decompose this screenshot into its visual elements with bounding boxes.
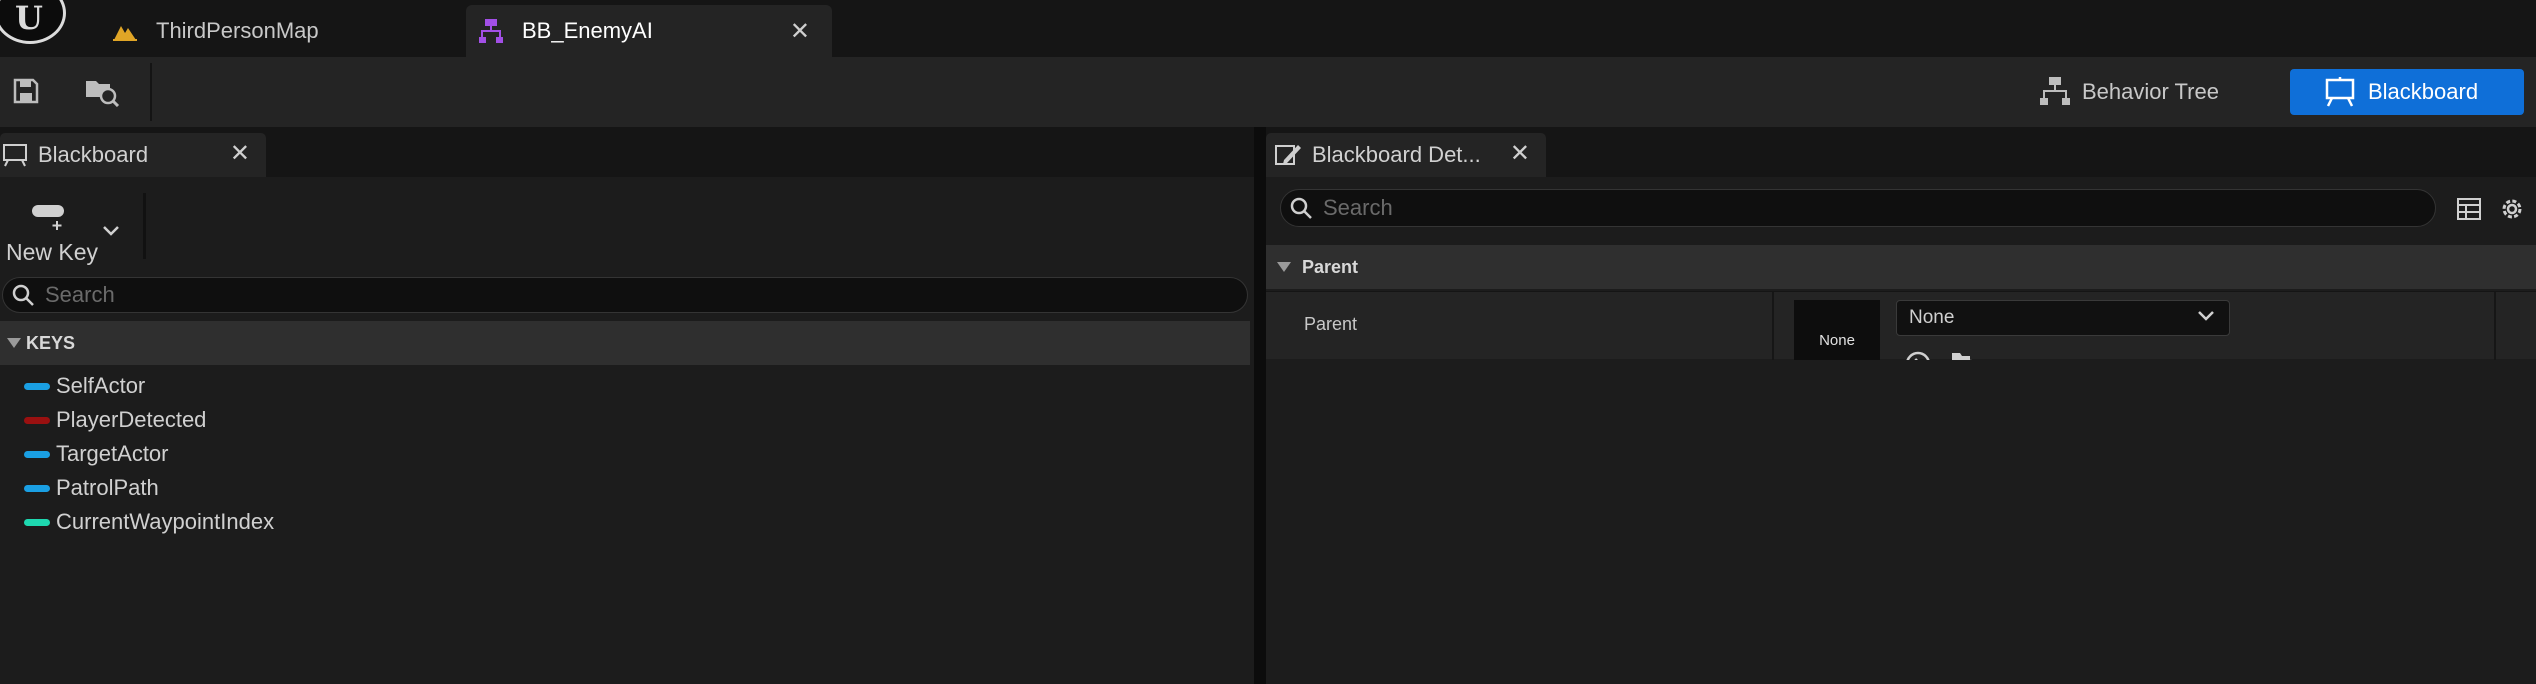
parent-property-row: Parent None None — [1266, 291, 2536, 384]
details-search-input[interactable]: Search — [1280, 189, 2436, 227]
blackboard-asset-icon — [474, 14, 508, 48]
panel-splitter[interactable] — [1254, 127, 1266, 684]
tab-third-person-map[interactable]: ThirdPersonMap — [100, 5, 460, 57]
tab-label: BB_EnemyAI — [522, 18, 653, 43]
blackboard-details-tab[interactable]: Blackboard Det... ✕ — [1266, 133, 1546, 177]
parent-section-header[interactable]: Parent — [1266, 245, 2536, 289]
toolbar-divider — [150, 63, 152, 121]
details-empty-area — [1266, 360, 2536, 684]
section-label: KEYS — [26, 332, 76, 353]
blackboard-panel-tabstrip: Blackboard ✕ — [0, 127, 1254, 177]
browse-content-button[interactable] — [80, 69, 124, 113]
key-type-swatch — [24, 450, 50, 458]
blackboard-mode-label: Blackboard — [2368, 79, 2479, 104]
key-type-swatch — [24, 484, 50, 492]
section-label: Parent — [1302, 256, 1359, 277]
close-panel-icon[interactable]: ✕ — [230, 139, 250, 168]
blackboard-mode-button[interactable]: Blackboard — [2290, 69, 2524, 115]
asset-toolbar: Behavior Tree Blackboard — [0, 57, 2536, 127]
property-name: Parent — [1304, 314, 1358, 334]
blackboard-icon — [2, 143, 28, 167]
combo-value: None — [1909, 307, 1955, 328]
list-item[interactable]: CurrentWaypointIndex — [0, 505, 1250, 539]
key-name: SelfActor — [56, 373, 146, 398]
panel-tab-label: Blackboard Det... — [1312, 142, 1481, 167]
key-name: PlayerDetected — [56, 407, 207, 432]
new-key-icon — [32, 205, 64, 230]
key-type-swatch — [24, 518, 50, 526]
blackboard-panel-tab[interactable]: Blackboard ✕ — [0, 133, 266, 177]
list-item[interactable]: PatrolPath — [0, 471, 1250, 505]
behavior-tree-label: Behavior Tree — [2082, 79, 2219, 104]
details-panel-tabstrip: Blackboard Det... ✕ — [1266, 127, 2536, 177]
chevron-down-icon — [2198, 311, 2214, 321]
search-placeholder: Search — [1323, 195, 1393, 220]
list-item[interactable]: TargetActor — [0, 437, 1250, 471]
new-key-label: New Key — [6, 239, 99, 265]
key-type-swatch — [24, 382, 50, 390]
level-map-icon — [108, 14, 142, 48]
title-bar: U ThirdPersonMap BB_EnemyAI ✕ — [0, 0, 2536, 57]
save-button[interactable] — [4, 69, 48, 113]
column-divider[interactable] — [1772, 292, 1774, 360]
key-type-swatch — [24, 416, 50, 424]
behavior-tree-mode-button[interactable]: Behavior Tree — [2040, 69, 2240, 115]
blackboard-details-panel: Search Parent Parent None None — [1266, 177, 2536, 684]
behavior-tree-icon — [2040, 75, 2070, 109]
keys-list: SelfActor PlayerDetected TargetActor Pat… — [0, 369, 1250, 539]
key-name: CurrentWaypointIndex — [56, 509, 275, 534]
property-matrix-icon[interactable] — [2456, 197, 2482, 221]
tab-bb-enemyai[interactable]: BB_EnemyAI ✕ — [466, 5, 832, 57]
save-icon — [13, 78, 39, 104]
blackboard-panel: New Key Search KEYS SelfActor PlayerDete… — [0, 177, 1254, 684]
keys-search-input[interactable]: Search — [2, 277, 1248, 313]
blackboard-icon — [2324, 77, 2356, 107]
panel-tab-label: Blackboard — [38, 142, 149, 167]
close-panel-icon[interactable]: ✕ — [1510, 139, 1530, 168]
details-edit-icon — [1274, 142, 1302, 168]
browse-content-icon — [86, 81, 120, 107]
tab-label: ThirdPersonMap — [156, 18, 319, 43]
chevron-down-icon[interactable] — [102, 225, 120, 237]
keys-section-header[interactable]: KEYS — [0, 321, 1250, 365]
list-item[interactable]: PlayerDetected — [0, 403, 1250, 437]
search-icon — [12, 284, 34, 306]
unreal-logo-icon[interactable]: U — [0, 0, 66, 44]
list-item[interactable]: SelfActor — [0, 369, 1250, 403]
gear-icon[interactable] — [2498, 195, 2526, 223]
key-name: PatrolPath — [56, 475, 159, 500]
collapse-triangle-icon — [7, 338, 21, 348]
column-divider — [2494, 292, 2496, 360]
new-key-button[interactable]: New Key — [0, 187, 140, 277]
key-name: TargetActor — [56, 441, 169, 466]
close-tab-icon[interactable]: ✕ — [790, 17, 810, 46]
search-icon — [1290, 197, 1312, 219]
parent-asset-combobox[interactable]: None — [1896, 300, 2230, 336]
collapse-triangle-icon — [1277, 262, 1291, 272]
toolbar-divider — [143, 193, 146, 259]
thumbnail-label: None — [1819, 332, 1855, 349]
search-placeholder: Search — [45, 282, 115, 307]
